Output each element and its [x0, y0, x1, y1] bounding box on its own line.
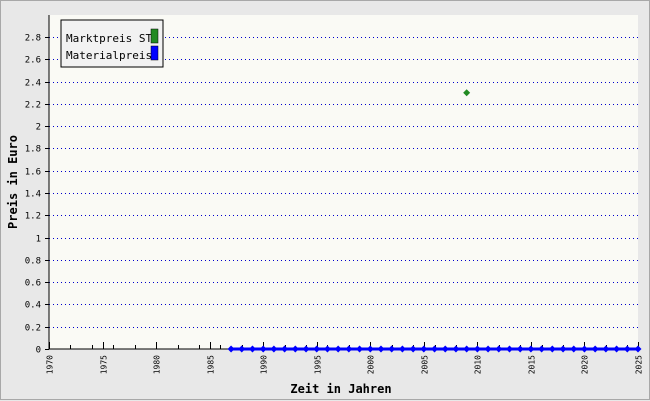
y-tick-label: 1.2 — [25, 212, 41, 222]
y-tick-label: 2.4 — [25, 79, 41, 89]
x-tick-label: 1975 — [100, 355, 109, 374]
y-tick-label: 2.8 — [25, 34, 41, 44]
x-tick-label: 2000 — [367, 355, 376, 374]
price-chart: 00.20.40.60.811.21.41.61.822.22.42.62.8 … — [6, 15, 644, 396]
x-tick-label: 2015 — [528, 355, 537, 374]
legend-entry-marktpreis: Marktpreis ST — [66, 32, 152, 45]
y-tick-label: 2.6 — [25, 56, 41, 66]
y-tick-label: 0.6 — [25, 279, 41, 289]
y-tick-label: 1.8 — [25, 145, 41, 155]
x-tick-label: 1985 — [207, 355, 216, 374]
y-tick-label: 0.2 — [25, 324, 41, 334]
x-tick-label: 2005 — [421, 355, 430, 374]
legend-entry-materialpreis: Materialpreis — [66, 49, 152, 62]
legend-swatch-materialpreis — [150, 45, 159, 61]
x-tick-label: 1980 — [153, 355, 162, 374]
y-tick-label: 1.4 — [25, 190, 41, 200]
x-tick-label: 1970 — [46, 355, 55, 374]
x-tick-label: 2010 — [474, 355, 483, 374]
y-tick-label: 0.4 — [25, 301, 41, 311]
legend: Marktpreis ST Materialpreis — [60, 19, 164, 68]
y-tick-label: 1 — [36, 235, 41, 245]
x-tick-label: 2020 — [581, 355, 590, 374]
y-tick-label: 1.6 — [25, 168, 41, 178]
x-axis-label: Zeit in Jahren — [290, 382, 391, 396]
x-tick-label: 1990 — [260, 355, 269, 374]
y-axis-label: Preis in Euro — [6, 135, 20, 229]
y-tick-label: 2 — [36, 123, 41, 133]
y-tick-label: 0.8 — [25, 257, 41, 267]
y-axis-ticks: 0 0.2 0.4 0.6 0.8 1 1.2 1.4 1.6 1.8 2 2.2 2.4 2.6 2.8 — [25, 34, 49, 356]
x-tick-label: 1995 — [314, 355, 323, 374]
y-tick-label: 2.2 — [25, 101, 41, 111]
legend-swatch-marktpreis — [150, 28, 159, 44]
x-tick-label: 2025 — [635, 355, 644, 374]
chart-frame: 0 0.2 0.4 0.6 0.8 1 1.2 1.4 1.6 1.8 2 2.2 2.4 2.6 2.8 … — [0, 0, 650, 400]
y-tick-label: 0 — [36, 346, 41, 356]
